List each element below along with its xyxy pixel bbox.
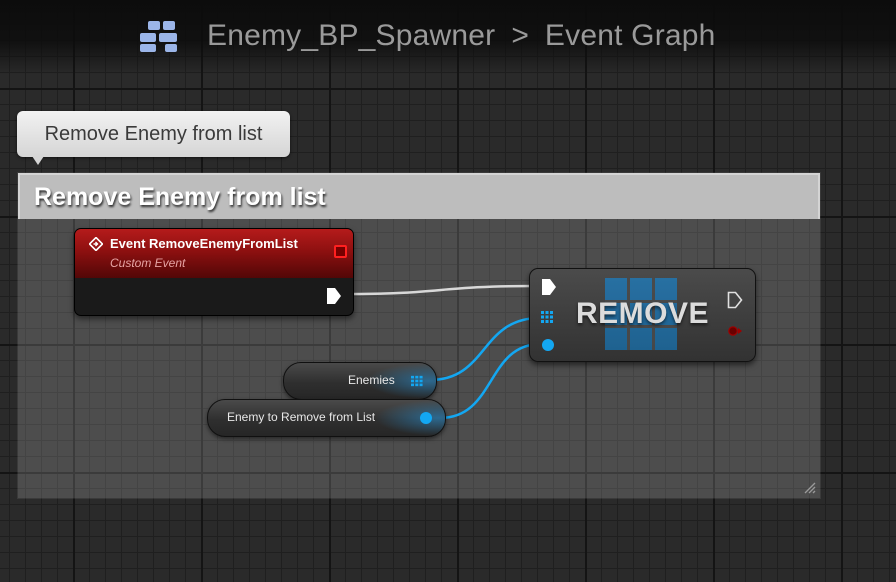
enemy-to-remove-variable-label: Enemy to Remove from List bbox=[227, 410, 376, 424]
array-pin-icon[interactable] bbox=[541, 311, 553, 323]
event-node[interactable]: Event RemoveEnemyFromList Custom Event bbox=[74, 228, 354, 316]
breadcrumb-asset-name[interactable]: Enemy_BP_Spawner bbox=[207, 19, 495, 53]
event-node-subtitle: Custom Event bbox=[110, 256, 186, 270]
comment-header[interactable]: Remove Enemy from list bbox=[18, 173, 820, 219]
item-pin[interactable] bbox=[542, 339, 554, 351]
remove-node[interactable]: REMOVE bbox=[529, 268, 756, 362]
array-pin-icon[interactable] bbox=[411, 375, 423, 387]
enemies-variable-label: Enemies bbox=[348, 373, 395, 387]
comment-bubble-text: Remove Enemy from list bbox=[44, 122, 263, 145]
delegate-pin[interactable] bbox=[334, 245, 347, 258]
event-node-title: Event RemoveEnemyFromList bbox=[110, 236, 298, 251]
exec-out-pin-icon[interactable] bbox=[727, 291, 743, 309]
breadcrumb: Enemy_BP_Spawner > Event Graph bbox=[139, 14, 716, 58]
enemies-variable-node[interactable]: Enemies bbox=[283, 362, 437, 400]
enemy-to-remove-variable-node[interactable]: Enemy to Remove from List bbox=[207, 399, 446, 437]
event-diamond-icon bbox=[89, 237, 103, 251]
exec-out-pin-icon[interactable] bbox=[326, 287, 342, 305]
bool-out-pin-icon[interactable] bbox=[728, 326, 742, 336]
resize-handle-icon[interactable] bbox=[802, 480, 816, 494]
exec-in-pin-icon[interactable] bbox=[541, 278, 557, 296]
breadcrumb-separator: > bbox=[511, 19, 529, 52]
breadcrumb-graph-name[interactable]: Event Graph bbox=[545, 19, 716, 53]
blueprint-grid-icon bbox=[139, 19, 181, 53]
comment-bubble-tail bbox=[32, 156, 44, 165]
remove-node-title: REMOVE bbox=[575, 297, 710, 330]
comment-title: Remove Enemy from list bbox=[34, 183, 326, 211]
event-node-header[interactable]: Event RemoveEnemyFromList Custom Event bbox=[75, 229, 353, 278]
object-pin-icon[interactable] bbox=[420, 412, 432, 424]
comment-bubble: Remove Enemy from list bbox=[17, 111, 290, 157]
